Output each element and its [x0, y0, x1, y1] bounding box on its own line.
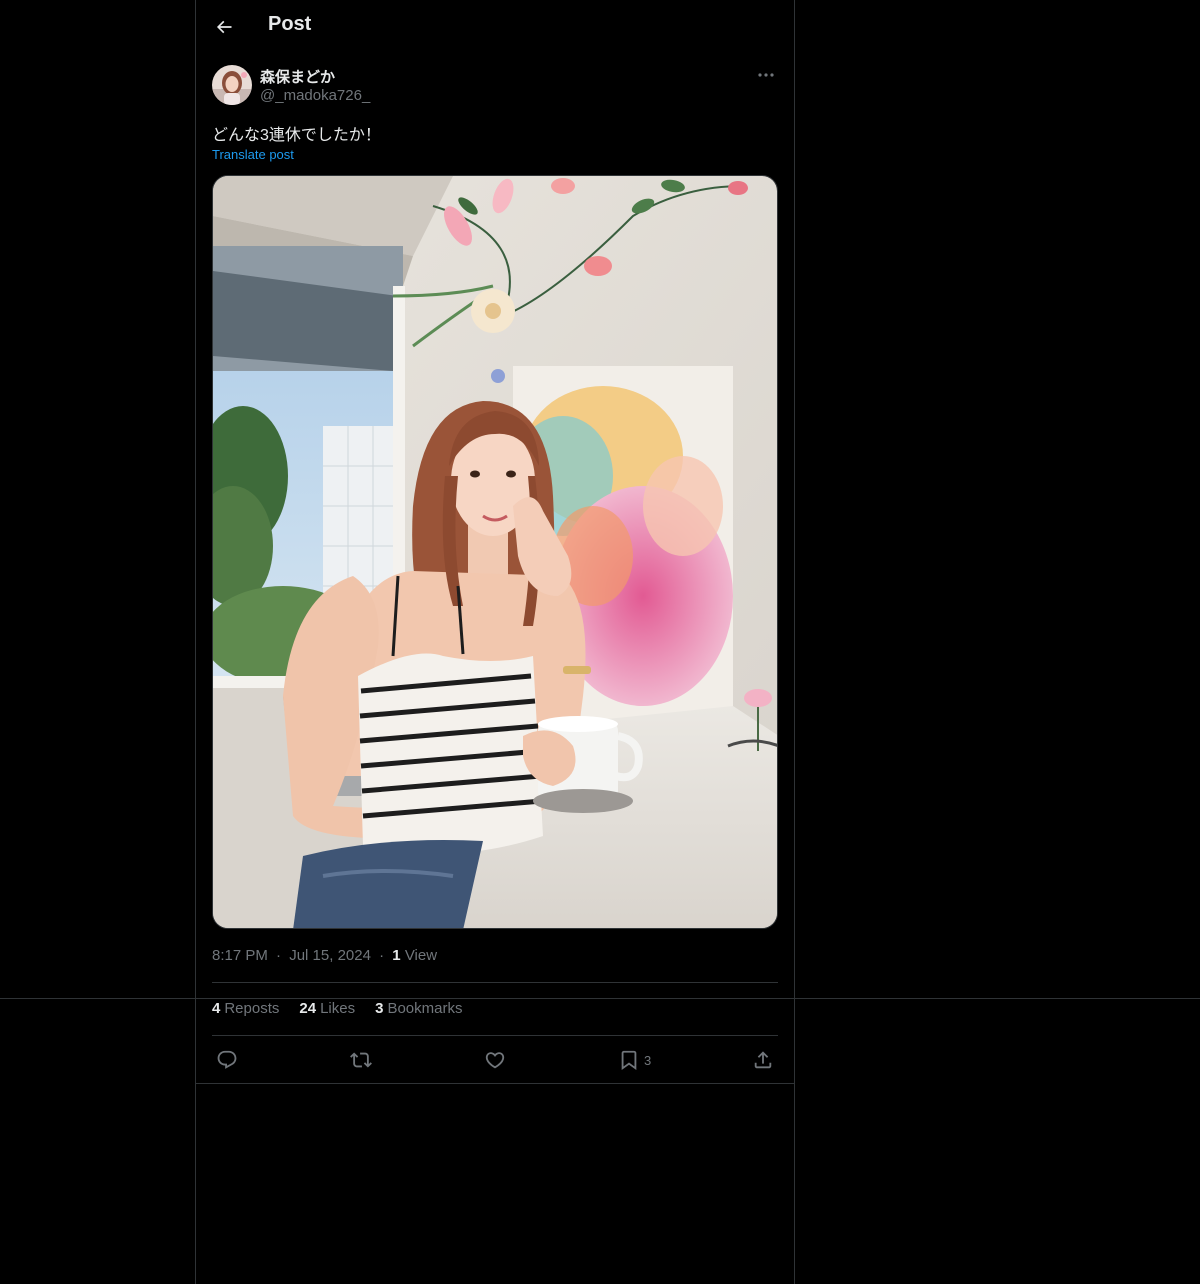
avatar[interactable] [212, 65, 252, 105]
likes-label: Likes [320, 1000, 356, 1017]
reply-button[interactable] [216, 1044, 238, 1076]
photo [213, 176, 777, 928]
reply-icon [217, 1050, 237, 1069]
reposts-label: Reposts [224, 1000, 280, 1017]
translate-post-link[interactable]: Translate post [212, 147, 294, 162]
meta-separator: · [379, 947, 385, 964]
likes-count: 24 [299, 1000, 317, 1017]
author-display-name[interactable]: 森保まどか [260, 66, 335, 87]
share-icon [754, 1051, 772, 1069]
avatar-image [212, 65, 252, 105]
like-button[interactable] [484, 1044, 506, 1076]
share-button[interactable] [752, 1044, 774, 1076]
reposts-stat[interactable]: 4 Reposts [212, 1000, 279, 1017]
divider [212, 1035, 778, 1036]
right-column-border [794, 0, 795, 1284]
post-column: Post 森保まどか @_madoka726_ どんな3連休でしたか！ Tran… [196, 0, 794, 1284]
page-title: Post [268, 13, 312, 35]
bookmarks-stat[interactable]: 3 Bookmarks [375, 1000, 462, 1017]
divider [212, 982, 778, 983]
likes-stat[interactable]: 24 Likes [299, 1000, 355, 1017]
repost-icon [350, 1052, 372, 1068]
author-handle[interactable]: @_madoka726_ [260, 87, 370, 104]
views-label: View [404, 947, 438, 964]
meta-separator: · [276, 947, 282, 964]
bookmark-icon [621, 1050, 637, 1071]
action-bar: 3 [212, 1044, 778, 1076]
engagement-stats: 4 Reposts 24 Likes 3 Bookmarks [212, 1000, 462, 1017]
bookmark-button[interactable]: 3 [618, 1044, 651, 1076]
more-options-button[interactable] [754, 65, 778, 85]
post-date[interactable]: Jul 15, 2024 [289, 947, 371, 964]
post-image[interactable] [212, 175, 778, 929]
post-timestamp: 8:17 PM · Jul 15, 2024 · 1 View [212, 947, 437, 964]
post-author: 森保まどか @_madoka726_ [212, 65, 778, 107]
divider [196, 1083, 794, 1084]
reposts-count: 4 [212, 1000, 221, 1017]
post-header: Post [196, 0, 794, 54]
post-text: どんな3連休でしたか！ [212, 127, 381, 144]
back-button[interactable] [208, 11, 240, 43]
post-time[interactable]: 8:17 PM [212, 947, 268, 964]
back-arrow-icon [216, 20, 232, 34]
repost-button[interactable] [350, 1044, 372, 1076]
bookmarks-label: Bookmarks [387, 1000, 463, 1017]
heart-icon [485, 1052, 505, 1069]
more-icon [758, 73, 774, 77]
bookmark-count: 3 [644, 1052, 652, 1068]
views-count: 1 [392, 947, 401, 964]
bookmarks-count: 3 [375, 1000, 384, 1017]
